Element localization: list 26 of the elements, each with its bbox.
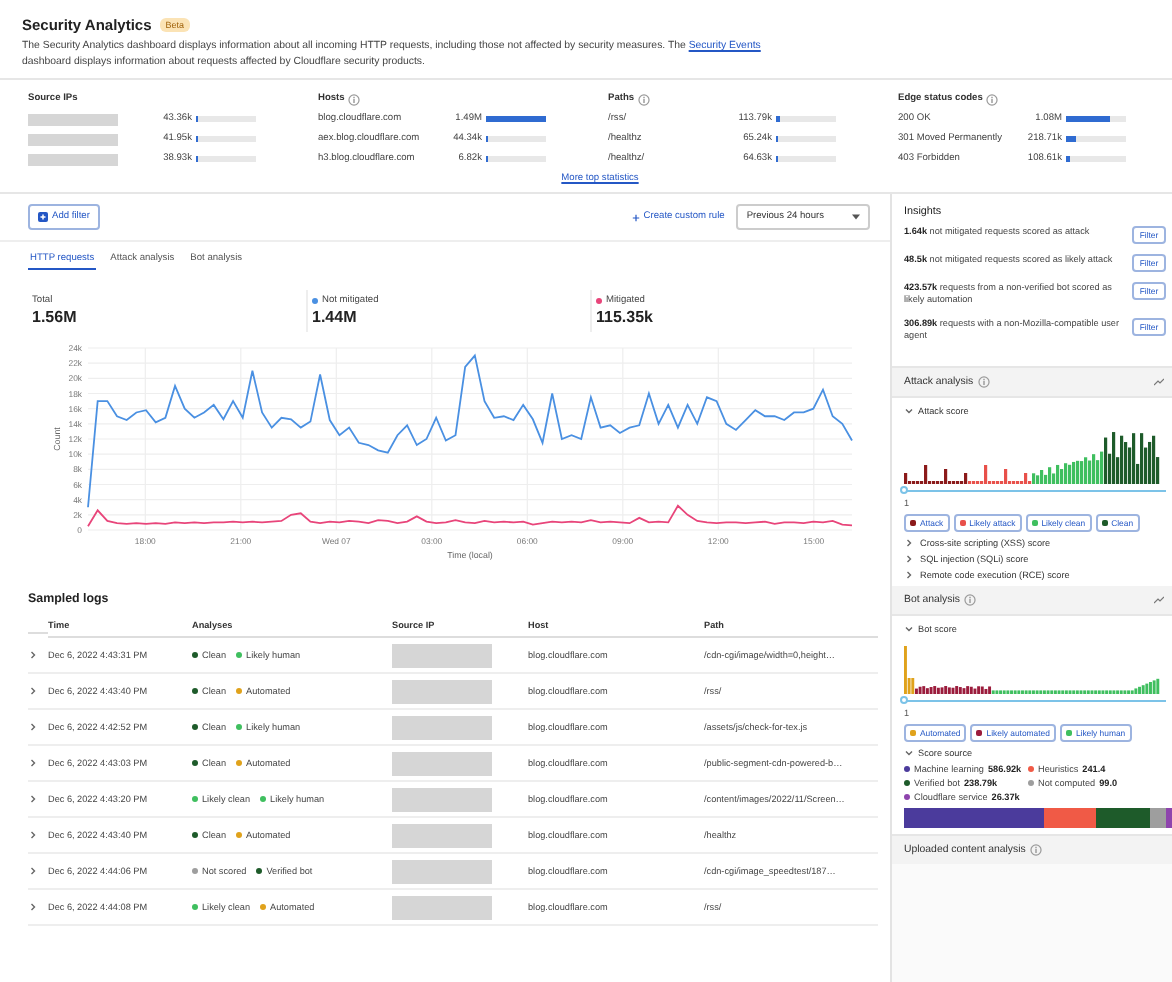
total-value: 1.56M xyxy=(32,308,79,327)
collapse-icon xyxy=(904,623,914,634)
slider-handle[interactable] xyxy=(900,695,908,704)
plus-icon xyxy=(38,212,48,223)
expand-row-icon[interactable] xyxy=(28,757,38,768)
expand-row-icon[interactable] xyxy=(28,793,38,804)
collapse-icon xyxy=(904,405,914,416)
collapse-icon xyxy=(904,747,914,758)
trend-icon xyxy=(1154,377,1164,386)
expand-row-icon[interactable] xyxy=(28,721,38,732)
score-slider[interactable] xyxy=(904,485,1166,496)
plus-icon xyxy=(631,213,640,222)
expand-row-icon[interactable] xyxy=(28,901,38,912)
expand-row-icon[interactable] xyxy=(28,865,38,876)
total-value: 115.35k xyxy=(596,308,655,327)
expand-row-icon[interactable] xyxy=(28,685,38,696)
total-value: 1.44M xyxy=(312,308,359,327)
expand-row-icon[interactable] xyxy=(28,829,38,840)
slider-handle[interactable] xyxy=(900,485,908,494)
info-icon xyxy=(977,375,990,388)
trend-icon xyxy=(1154,595,1164,604)
score-slider[interactable] xyxy=(904,695,1166,706)
info-icon xyxy=(963,593,976,606)
info-icon xyxy=(1029,843,1042,856)
expand-row-icon[interactable] xyxy=(28,649,38,660)
caret-icon xyxy=(852,214,860,221)
